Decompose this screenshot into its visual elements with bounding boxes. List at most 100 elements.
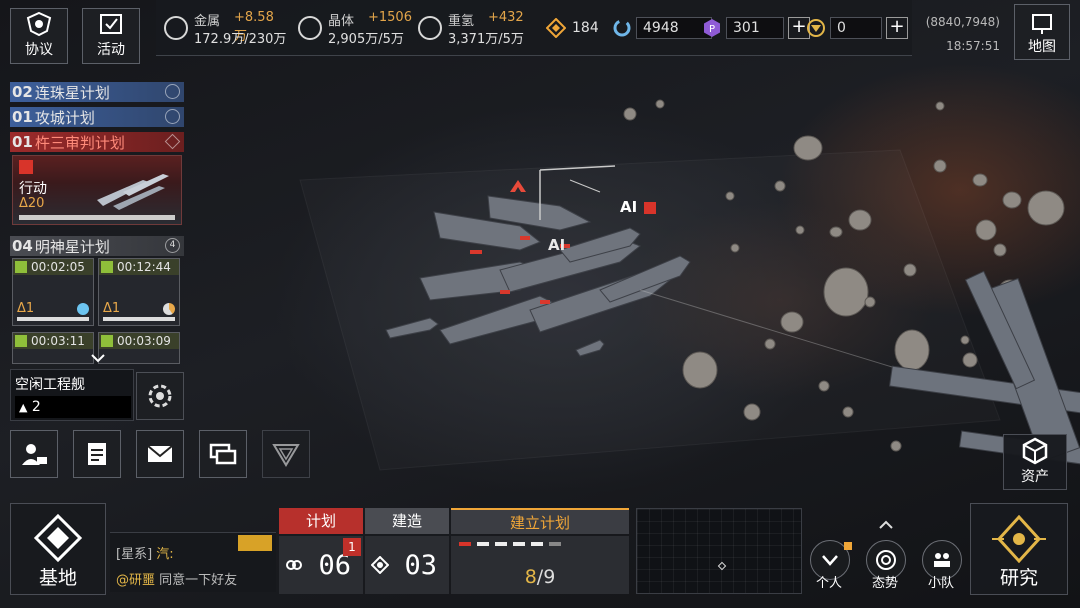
resource-fuel[interactable]: 184 <box>546 16 599 40</box>
research-circuit-icon <box>992 515 1046 563</box>
crystal-income: +1506 <box>368 10 412 25</box>
plan-item-02[interactable]: 02 连珠星计划 <box>10 82 184 102</box>
map-button[interactable]: 地图 <box>1014 4 1070 60</box>
tab-build[interactable]: 建造 <box>365 508 449 534</box>
idle-label: 空闲工程舰 <box>15 377 85 393</box>
squad-button[interactable]: 小队 <box>918 540 964 591</box>
protocol-button[interactable]: 协议 <box>10 8 68 64</box>
token-add-button[interactable]: + <box>886 17 908 39</box>
metal-icon <box>164 16 188 40</box>
base-label: 基地 <box>38 567 77 589</box>
deuterium-income: +432 <box>488 10 524 25</box>
chat-bubbles-icon <box>209 443 237 465</box>
tab-plan[interactable]: 计划 <box>279 508 363 534</box>
plan-01r-diamond-icon <box>164 133 181 150</box>
create-plan-card[interactable]: 8/9 <box>451 536 629 594</box>
plan-tabs: 计划 建造 建立计划 06 1 03 8/9 <box>279 508 629 594</box>
resource-token[interactable]: 0 + <box>806 16 908 40</box>
resource-metal[interactable]: 金属 +8.58万 172.9万/230万 <box>164 8 286 50</box>
target-icon <box>19 160 33 174</box>
base-button[interactable]: 基地 <box>10 503 106 595</box>
plan-item-01-judgement[interactable]: 01 杵三审判计划 <box>10 132 184 152</box>
action-card[interactable]: 行动 Δ20 <box>12 155 182 225</box>
build-diamond-icon <box>371 556 389 574</box>
chat-line-2: @研噩 同意一下好友 <box>116 569 237 588</box>
assets-button[interactable]: 资产 <box>1003 434 1067 490</box>
minimap[interactable] <box>636 508 802 594</box>
timer-card-4[interactable]: 00:03:09 <box>98 332 180 364</box>
action-value: Δ20 <box>19 196 45 211</box>
plan-01-number: 01 <box>12 108 33 126</box>
friends-button[interactable] <box>10 430 58 478</box>
ship-count-icon: ▲ <box>19 401 28 414</box>
ai-label-top: AI <box>620 198 657 216</box>
chevron-down-icon[interactable] <box>90 352 106 364</box>
minimap-player-marker <box>717 561 727 571</box>
timer-card-1[interactable]: 00:02:05 Δ1 <box>12 258 94 326</box>
plan-01-name: 攻城计划 <box>34 108 95 127</box>
cycle-value: 4948 <box>636 17 712 39</box>
fleet-thumbnail-icon <box>97 174 169 210</box>
premium-icon: P <box>704 19 720 37</box>
timer-2-tag: Δ1 <box>103 301 121 316</box>
action-progress-bar <box>19 215 175 220</box>
chat-button[interactable] <box>199 430 247 478</box>
personal-label: 个人 <box>815 576 842 591</box>
triangle-emblem-icon <box>272 444 300 467</box>
checklist-icon <box>100 14 122 34</box>
action-label: 行动 <box>19 181 47 197</box>
situation-button[interactable]: 态势 <box>862 540 908 591</box>
idle-settings-button[interactable] <box>136 372 184 420</box>
plan-02-status-icon <box>165 84 180 99</box>
chat-sender-2: @研噩 <box>116 573 156 588</box>
resource-deuterium[interactable]: 重氢 +432 3,371万/5万 <box>418 8 528 50</box>
idle-engineering-ships[interactable]: 空闲工程舰 ▲ 2 <box>10 369 134 421</box>
chat-channel: [星系] <box>116 547 153 562</box>
plan-item-01[interactable]: 01 攻城计划 <box>10 107 184 127</box>
map-label: 地图 <box>1028 39 1056 55</box>
personal-arrow-icon <box>822 555 838 566</box>
gear-icon <box>148 384 172 408</box>
plan-item-04[interactable]: 04 明神星计划 4 <box>10 236 184 256</box>
clock-value: 18:57:51 <box>946 39 1000 53</box>
personal-button[interactable]: 个人 <box>806 540 852 591</box>
timer-2-time: 00:12:44 <box>99 259 179 275</box>
timer-1-tag: Δ1 <box>17 301 35 316</box>
chat-expand-icon[interactable] <box>238 535 272 551</box>
timer-1-time: 00:02:05 <box>13 259 93 275</box>
idle-count: ▲ 2 <box>15 396 131 418</box>
timer-card-2[interactable]: 00:12:44 Δ1 <box>98 258 180 326</box>
plan-count-card[interactable]: 06 1 <box>279 536 363 594</box>
timer-3-time: 00:03:11 <box>13 333 93 349</box>
shield-icon <box>26 11 52 37</box>
chat-line-1: [星系] 汽: <box>116 543 174 562</box>
resource-crystal[interactable]: 晶体 +1506 2,905万/5万 <box>298 8 412 50</box>
deuterium-name: 重氢 <box>448 14 475 29</box>
resource-cycle[interactable]: 4948 <box>612 16 712 40</box>
chevron-up-icon[interactable] <box>878 520 894 530</box>
build-count-card[interactable]: 03 <box>365 536 449 594</box>
user-chat-icon <box>22 444 47 465</box>
research-button[interactable]: 研究 <box>970 503 1068 595</box>
ai-target-icon <box>644 201 657 214</box>
research-label: 研究 <box>999 567 1038 589</box>
cycle-icon <box>613 19 631 37</box>
tab-create-plan[interactable]: 建立计划 <box>451 508 629 534</box>
timer-4-time: 00:03:09 <box>99 333 179 349</box>
coords-value: (8840,7948) <box>925 15 1000 29</box>
plan-04-count-badge: 4 <box>165 238 180 253</box>
timer-card-3[interactable]: 00:03:11 <box>12 332 94 364</box>
tasks-button[interactable] <box>73 430 121 478</box>
alliance-button[interactable] <box>262 430 310 478</box>
crystal-name: 晶体 <box>328 14 355 29</box>
build-count: 03 <box>404 550 437 581</box>
activity-label: 活动 <box>97 42 125 58</box>
crystal-amount: 2,905万/5万 <box>328 32 404 47</box>
chat-preview[interactable]: [星系] 汽: @研噩 同意一下好友 <box>110 532 276 592</box>
mail-button[interactable] <box>136 430 184 478</box>
activity-button[interactable]: 活动 <box>82 8 140 64</box>
base-emblem-icon <box>33 513 83 563</box>
resource-premium[interactable]: P 301 + <box>702 16 810 40</box>
create-plan-current: 8 <box>524 566 537 588</box>
metal-name: 金属 <box>194 14 221 29</box>
